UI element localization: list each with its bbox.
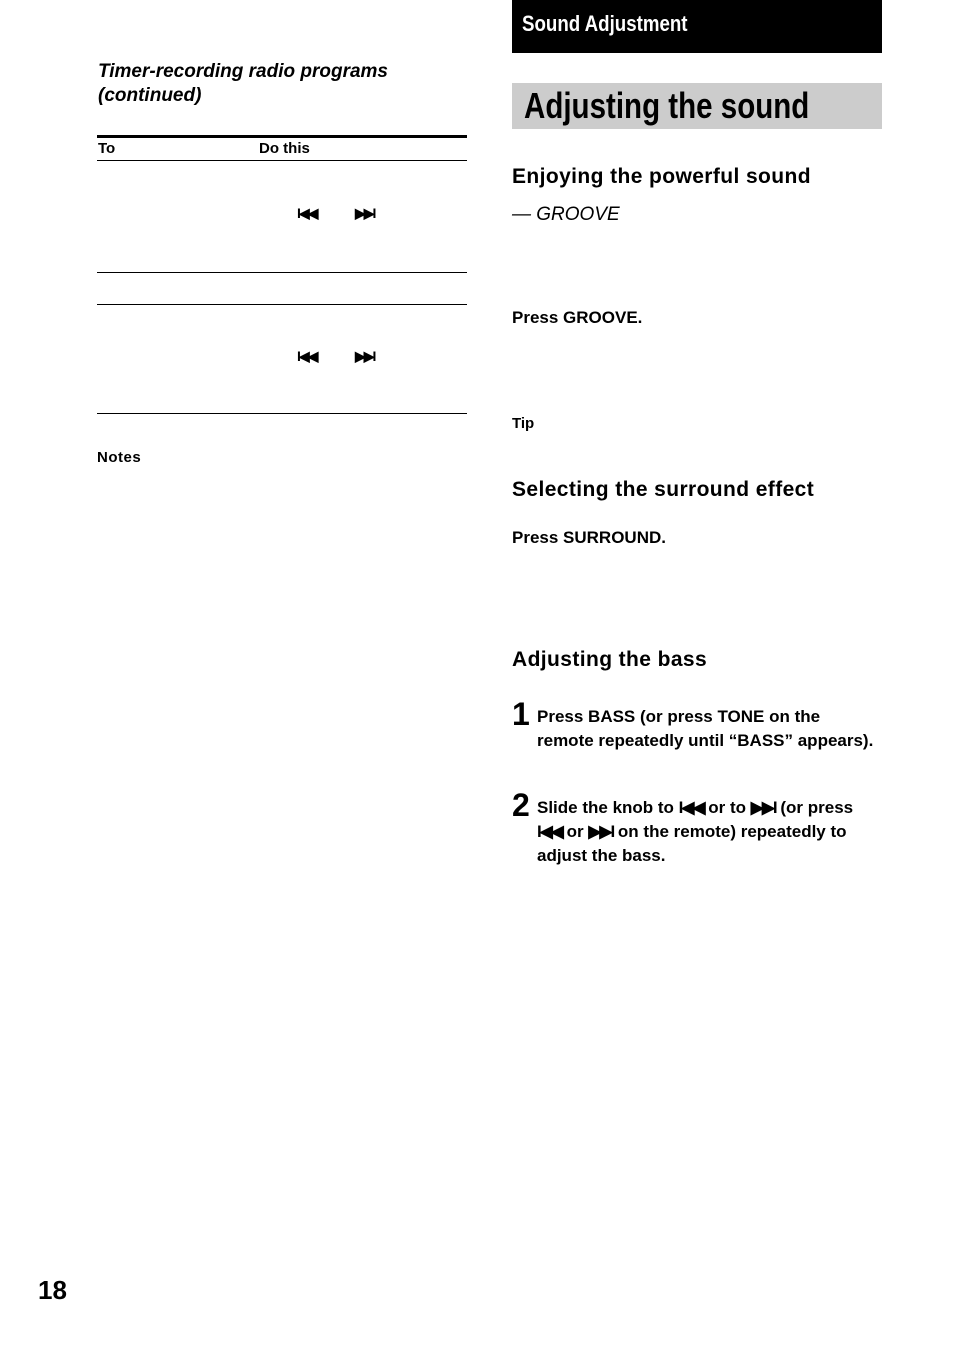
notes-label: Notes — [97, 449, 142, 466]
bass-heading: Adjusting the bass — [512, 648, 708, 671]
tip-label: Tip — [512, 415, 535, 432]
page-number: 18 — [38, 1275, 67, 1305]
prev-track-icon: I◀◀ — [297, 348, 318, 364]
page-title-bar: Adjusting the sound — [512, 83, 882, 129]
step-text-fragment: or to — [703, 798, 751, 817]
section-header-bar: Sound Adjustment — [512, 0, 882, 53]
subsection-title: Timer-recording radio programs (continue… — [98, 60, 478, 108]
next-track-icon: ▶▶I — [355, 205, 376, 221]
step-text-1: Press BASS (or press TONE on the remote … — [537, 707, 874, 750]
surround-heading: Selecting the surround effect — [512, 478, 815, 501]
groove-subheading: — GROOVE — [512, 204, 620, 225]
next-track-icon: ▶▶I — [355, 348, 376, 364]
table-bottom-rule — [97, 413, 467, 414]
table-header-do-this: Do this — [259, 140, 310, 157]
step-text-fragment: Slide the knob to — [537, 798, 679, 817]
next-track-icon: ▶▶I — [588, 822, 615, 841]
prev-track-icon: I◀◀ — [537, 822, 564, 841]
table-top-rule — [97, 135, 467, 138]
table-row: I◀◀ ▶▶I — [97, 161, 467, 272]
table-row — [97, 273, 467, 304]
step-text-2: Slide the knob to I◀◀ or to ▶▶I (or pres… — [537, 796, 877, 868]
groove-heading: Enjoying the powerful sound — [512, 165, 811, 188]
groove-instruction: Press GROOVE. — [512, 308, 643, 327]
subtitle-line-1: Timer-recording radio programs — [98, 61, 388, 82]
subtitle-line-2: (continued) — [98, 85, 202, 106]
table-row: I◀◀ ▶▶I — [97, 305, 467, 413]
step-text-fragment: (or press — [775, 798, 854, 817]
prev-track-icon: I◀◀ — [678, 798, 706, 817]
table-header-to: To — [98, 140, 116, 157]
page-title: Adjusting the sound — [524, 85, 810, 126]
step-text-fragment: or — [561, 822, 589, 841]
next-track-icon: ▶▶I — [750, 798, 778, 817]
surround-instruction: Press SURROUND. — [512, 528, 666, 547]
step-number-1: 1 — [512, 696, 530, 732]
section-label: Sound Adjustment — [522, 11, 688, 36]
step-number-2: 2 — [512, 787, 530, 823]
prev-track-icon: I◀◀ — [297, 205, 318, 221]
